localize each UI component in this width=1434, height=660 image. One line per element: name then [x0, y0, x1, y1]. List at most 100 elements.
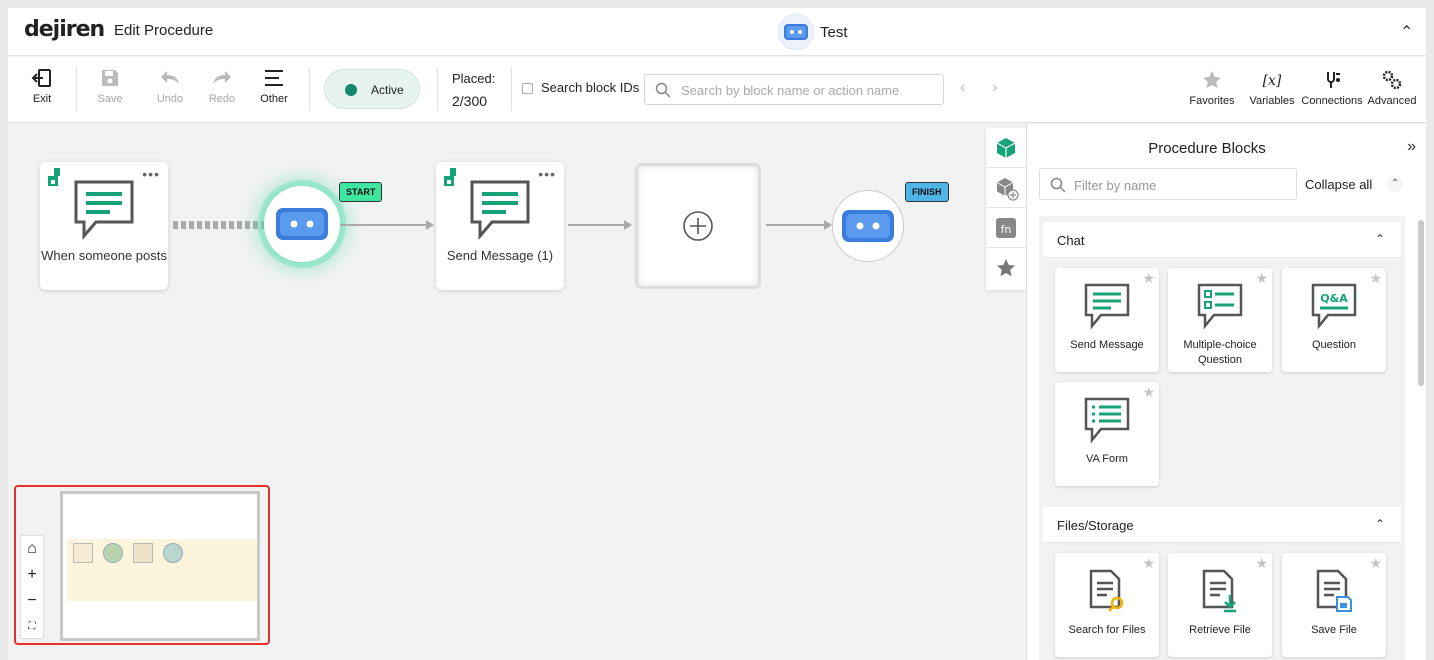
star-icon[interactable]: ★ — [1369, 555, 1382, 572]
star-icon[interactable]: ★ — [1255, 555, 1268, 572]
favorites-button[interactable]: Favorites — [1179, 69, 1245, 107]
star-icon[interactable]: ★ — [1369, 270, 1382, 287]
zoom-in-button[interactable]: + — [21, 562, 43, 588]
chat-message-icon — [74, 180, 134, 241]
send-message-block[interactable]: ••• Send Message (1) — [436, 162, 564, 290]
block-send-message[interactable]: ★ Send Message — [1055, 268, 1159, 372]
tab-add-custom-blocks[interactable] — [986, 168, 1026, 208]
star-icon[interactable]: ★ — [1142, 555, 1155, 572]
search-ids-checkbox[interactable] — [522, 83, 533, 94]
fit-view-button[interactable]: ⛶ — [21, 614, 43, 640]
close-panel-button[interactable]: » — [1407, 138, 1416, 156]
block-label: Search for Files — [1068, 624, 1146, 636]
minimap[interactable] — [60, 491, 260, 641]
star-icon — [1203, 71, 1221, 89]
prev-result-button[interactable]: ‹ — [960, 79, 965, 97]
start-node[interactable] — [264, 186, 340, 262]
arrow-right-icon — [624, 220, 632, 230]
block-search-for-files[interactable]: ★ Search for Files — [1055, 553, 1159, 657]
home-icon: ⌂ — [27, 540, 37, 557]
function-icon: fn — [996, 218, 1016, 238]
chevron-up-icon[interactable]: ⌃ — [1387, 176, 1403, 192]
add-block-placeholder[interactable] — [635, 163, 761, 289]
collapse-all-button[interactable]: Collapse all — [1305, 177, 1372, 192]
filter-input[interactable] — [1074, 176, 1284, 194]
block-retrieve-file[interactable]: ★ Retrieve File — [1168, 553, 1272, 657]
star-icon[interactable]: ★ — [1255, 270, 1268, 287]
next-result-button[interactable]: › — [992, 79, 997, 97]
bot-icon — [842, 210, 894, 242]
connections-button[interactable]: Connections — [1299, 69, 1365, 107]
variables-label: Variables — [1249, 95, 1295, 107]
finish-tag: FINISH — [905, 182, 949, 202]
block-question[interactable]: ★ Q&A Question — [1282, 268, 1386, 372]
zoom-out-button[interactable]: − — [21, 588, 43, 614]
variables-button[interactable]: [x] Variables — [1239, 69, 1305, 107]
redo-button[interactable]: Redo — [197, 67, 247, 105]
search-icon — [655, 82, 671, 98]
undo-icon — [161, 71, 179, 84]
block-save-file[interactable]: ★ Save File — [1282, 553, 1386, 657]
minimap-viewport[interactable] — [67, 539, 257, 601]
star-icon[interactable]: ★ — [1142, 270, 1155, 287]
tab-functions[interactable]: fn — [986, 208, 1026, 248]
more-options-icon[interactable]: ••• — [142, 166, 160, 182]
save-button[interactable]: Save — [85, 67, 135, 105]
svg-text:[x]: [x] — [1263, 73, 1282, 89]
block-va-form[interactable]: ★ VA Form — [1055, 382, 1159, 486]
svg-text:fn: fn — [1001, 223, 1012, 236]
tab-blocks[interactable] — [986, 128, 1026, 168]
plug-icon — [1327, 72, 1340, 88]
qa-message-icon: Q&A — [1311, 283, 1357, 330]
minimap-block — [133, 543, 153, 563]
header: dejiren Edit Procedure Test ⌃ — [8, 8, 1426, 56]
block-list[interactable]: Chat ⌃ ★ Send Message ★ Multiple-choice … — [1039, 216, 1405, 660]
advanced-button[interactable]: Advanced — [1359, 69, 1425, 107]
favorites-label: Favorites — [1189, 95, 1235, 107]
save-label: Save — [97, 93, 123, 105]
tab-favorites[interactable] — [986, 248, 1026, 288]
block-search-input[interactable] — [681, 81, 931, 99]
redo-icon — [213, 71, 231, 84]
chevron-left-icon: ‹ — [960, 79, 966, 96]
finish-node[interactable] — [832, 190, 904, 262]
chevron-right-icon: › — [992, 79, 998, 96]
category-files-storage[interactable]: Files/Storage ⌃ — [1043, 507, 1401, 543]
home-button[interactable]: ⌂ — [21, 536, 43, 562]
file-save-icon — [1316, 569, 1352, 612]
connector — [340, 224, 426, 226]
status-toggle[interactable]: Active — [324, 69, 420, 109]
trigger-block[interactable]: ••• When someone posts — [40, 162, 168, 290]
file-download-icon — [1202, 569, 1236, 613]
block-label: VA Form — [1086, 453, 1128, 465]
collapse-header-button[interactable]: ⌃ — [1400, 22, 1413, 42]
minimap-container: ⌂ + − ⛶ — [14, 485, 270, 645]
more-options-icon[interactable]: ••• — [538, 166, 556, 182]
block-multiple-choice-question[interactable]: ★ Multiple-choice Question — [1168, 268, 1272, 372]
panel-tabs: fn — [986, 128, 1026, 290]
block-search — [644, 74, 944, 105]
undo-button[interactable]: Undo — [145, 67, 195, 105]
start-tag: START — [339, 182, 383, 202]
divider — [437, 67, 438, 111]
double-chevron-right-icon: » — [1407, 138, 1416, 155]
chevron-up-icon: ⌃ — [1400, 24, 1414, 41]
logo: dejiren — [24, 17, 105, 42]
category-chat[interactable]: Chat ⌃ — [1043, 222, 1401, 258]
minus-icon: − — [27, 592, 37, 609]
connector — [766, 224, 826, 226]
block-label: Send Message — [1070, 339, 1144, 351]
minimap-node — [103, 543, 123, 563]
bot-avatar — [778, 14, 814, 50]
star-icon[interactable]: ★ — [1142, 384, 1155, 401]
other-button[interactable]: Other — [249, 67, 299, 105]
arrow-right-icon — [426, 220, 434, 230]
chevron-up-icon: ⌃ — [1374, 517, 1385, 531]
exit-button[interactable]: Exit — [17, 67, 67, 105]
plus-icon: + — [27, 566, 37, 583]
search-ids-label[interactable]: Search block IDs — [541, 80, 639, 95]
gears-icon — [1382, 70, 1402, 90]
block-label: Save File — [1311, 624, 1357, 636]
panel-scrollbar[interactable] — [1418, 220, 1424, 386]
advanced-label: Advanced — [1367, 95, 1417, 107]
